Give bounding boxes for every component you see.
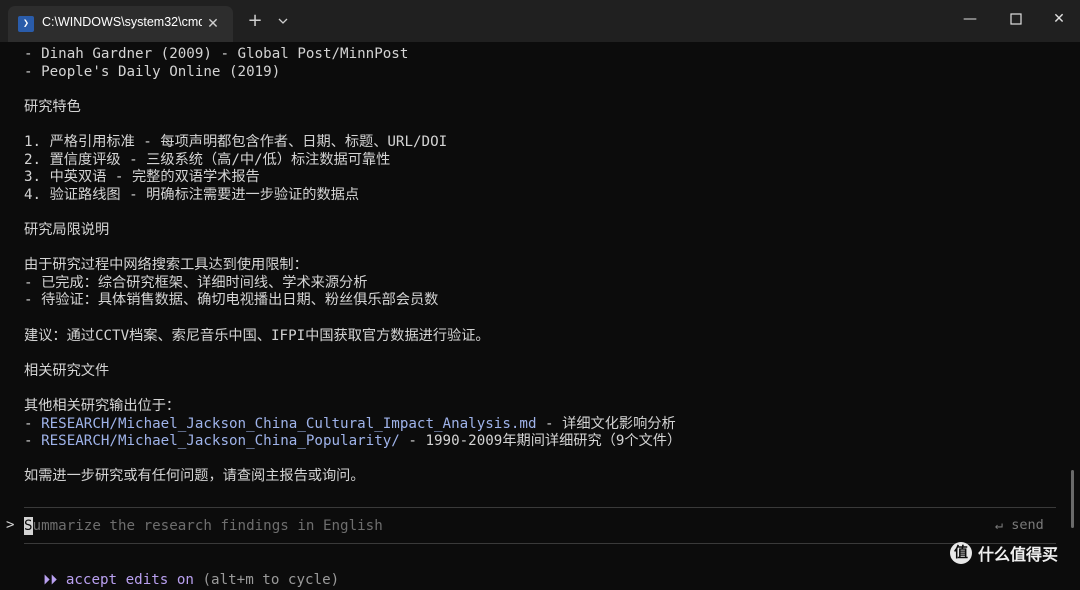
terminal-line: - RESEARCH/Michael_Jackson_China_Cultura… <box>24 415 676 433</box>
title-bar: ❯ C:\WINDOWS\system32\cmd. ✕ + — ✕ <box>0 0 1080 42</box>
watermark-logo-icon: 值 <box>950 542 972 564</box>
mode-indicator: ⏵⏵ accept edits on (alt+m to cycle) <box>26 550 339 590</box>
line-suffix: - 详细文化影响分析 <box>536 415 676 432</box>
prompt-symbol: > <box>6 517 15 533</box>
terminal-line: 4. 验证路线图 - 明确标注需要进一步验证的数据点 <box>24 186 360 203</box>
terminal-line: 如需进一步研究或有任何问题，请查阅主报告或询问。 <box>24 468 365 485</box>
forward-arrows-icon: ⏵⏵ <box>43 572 58 588</box>
terminal-line: 1. 严格引用标准 - 每项声明都包含作者、日期、标题、URL/DOI <box>24 134 448 150</box>
mode-hint: (alt+m to cycle) <box>202 572 340 588</box>
powershell-icon: ❯ <box>18 16 34 32</box>
tab-close-icon[interactable]: ✕ <box>203 14 223 34</box>
terminal-line: - 待验证：具体销售数据、确切电视播出日期、粉丝俱乐部会员数 <box>24 292 439 309</box>
file-link[interactable]: RESEARCH/Michael_Jackson_China_Cultural_… <box>41 416 536 432</box>
new-tab-button[interactable]: + <box>244 10 266 32</box>
terminal-line: 2. 置信度评级 - 三级系统（高/中/低）标注数据可靠性 <box>24 151 391 168</box>
terminal-line: - 已完成：综合研究框架、详细时间线、学术来源分析 <box>24 274 368 291</box>
mode-label: accept edits on <box>65 572 194 588</box>
terminal-line: 建议：通过CCTV档案、索尼音乐中国、IFPI中国获取官方数据进行验证。 <box>24 327 490 344</box>
terminal-line: 研究特色 <box>24 98 81 115</box>
watermark: 值 什么值得买 <box>950 540 1058 566</box>
watermark-text: 什么值得买 <box>978 545 1059 564</box>
scrollbar[interactable] <box>1071 470 1074 528</box>
terminal-line: - People's Daily Online (2019) <box>24 63 281 80</box>
input-bottom-divider <box>24 543 1056 544</box>
terminal-line: - Dinah Gardner (2009) - Global Post/Min… <box>24 46 409 62</box>
terminal-line: - RESEARCH/Michael_Jackson_China_Popular… <box>24 432 681 450</box>
minimize-button[interactable]: — <box>947 0 993 38</box>
terminal-output: - Dinah Gardner (2009) - Global Post/Min… <box>0 42 1080 576</box>
terminal-tab[interactable]: ❯ C:\WINDOWS\system32\cmd. ✕ <box>8 6 233 42</box>
close-button[interactable]: ✕ <box>1036 0 1080 38</box>
terminal-line: 相关研究文件 <box>24 362 110 379</box>
input-top-divider <box>24 507 1056 508</box>
line-prefix: - <box>24 433 42 450</box>
file-link[interactable]: RESEARCH/Michael_Jackson_China_Popularit… <box>41 433 400 449</box>
maximize-button[interactable] <box>993 0 1039 38</box>
terminal-line: 3. 中英双语 - 完整的双语学术报告 <box>24 169 260 186</box>
terminal-line: 其他相关研究输出位于： <box>24 398 181 414</box>
prompt-input[interactable]: Summarize the research findings in Engli… <box>24 516 984 536</box>
cursor-char: S <box>24 518 33 534</box>
terminal-line: 研究局限说明 <box>24 222 110 238</box>
line-prefix: - <box>24 415 42 432</box>
chevron-down-icon[interactable] <box>274 10 292 32</box>
terminal-line: 由于研究过程中网络搜索工具达到使用限制： <box>24 257 308 274</box>
line-suffix: - 1990-2009年期间详细研究（9个文件） <box>399 433 682 450</box>
tab-title: C:\WINDOWS\system32\cmd. <box>42 15 202 29</box>
send-button[interactable]: ↵ send <box>995 517 1044 533</box>
